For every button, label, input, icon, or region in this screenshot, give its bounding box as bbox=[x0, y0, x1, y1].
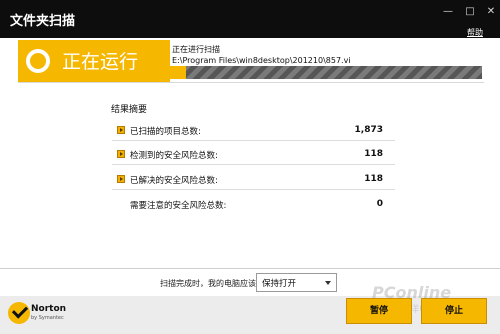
close-button[interactable]: ✕ bbox=[484, 6, 498, 18]
result-label: 需要注意的安全风险总数: bbox=[130, 201, 227, 211]
result-row-resolved[interactable]: 已解决的安全风险总数: 118 bbox=[112, 168, 395, 190]
result-value: 1,873 bbox=[354, 125, 383, 135]
divider bbox=[18, 82, 484, 83]
result-value: 118 bbox=[364, 174, 383, 184]
scan-status-label: 正在进行扫描 bbox=[172, 45, 220, 54]
title-bar: 文件夹扫描 — □ ✕ 帮助 bbox=[0, 0, 500, 38]
result-label: 已解决的安全风险总数: bbox=[130, 176, 218, 186]
norton-logo-text: Norton bbox=[31, 304, 67, 314]
after-scan-value: 保持打开 bbox=[262, 279, 297, 289]
footer-divider bbox=[0, 268, 500, 269]
help-link[interactable]: 帮助 bbox=[467, 27, 483, 38]
result-row-attention: 需要注意的安全风险总数: 0 bbox=[112, 193, 395, 215]
result-label: 检测到的安全风险总数: bbox=[130, 151, 218, 161]
expand-arrow-icon[interactable] bbox=[117, 126, 125, 134]
minimize-button[interactable]: — bbox=[441, 6, 455, 18]
result-value: 118 bbox=[364, 149, 383, 159]
pause-button[interactable]: 暂停 bbox=[346, 298, 412, 324]
expand-arrow-icon[interactable] bbox=[117, 150, 125, 158]
scan-window: 文件夹扫描 — □ ✕ 帮助 正在运行 正在进行扫描 E:\Program Fi… bbox=[0, 0, 500, 334]
result-value: 0 bbox=[376, 199, 383, 209]
norton-logo-subtext: by Symantec bbox=[31, 315, 64, 321]
scan-path: E:\Program Files\win8desktop\201210\857.… bbox=[172, 56, 351, 65]
result-row-scanned[interactable]: 已扫描的项目总数: 1,873 bbox=[112, 119, 395, 141]
result-row-detected[interactable]: 检测到的安全风险总数: 118 bbox=[112, 143, 395, 165]
window-title: 文件夹扫描 bbox=[10, 14, 76, 29]
running-banner: 正在运行 bbox=[18, 40, 170, 82]
running-status-text: 正在运行 bbox=[62, 51, 139, 73]
expand-arrow-icon[interactable] bbox=[117, 175, 125, 183]
stop-button[interactable]: 停止 bbox=[421, 298, 487, 324]
norton-logo: Norton by Symantec bbox=[8, 302, 72, 328]
result-label: 已扫描的项目总数: bbox=[130, 127, 201, 137]
norton-check-icon bbox=[8, 302, 30, 324]
results-heading: 结果摘要 bbox=[111, 105, 148, 115]
scan-progress-fill bbox=[170, 66, 186, 79]
scan-progress-bar bbox=[170, 66, 482, 79]
after-scan-label: 扫描完成时，我的电脑应该: bbox=[160, 279, 259, 288]
chevron-down-icon bbox=[325, 281, 331, 285]
running-ring-icon bbox=[26, 49, 50, 73]
after-scan-select[interactable]: 保持打开 bbox=[256, 273, 337, 292]
maximize-button[interactable]: □ bbox=[463, 6, 477, 18]
